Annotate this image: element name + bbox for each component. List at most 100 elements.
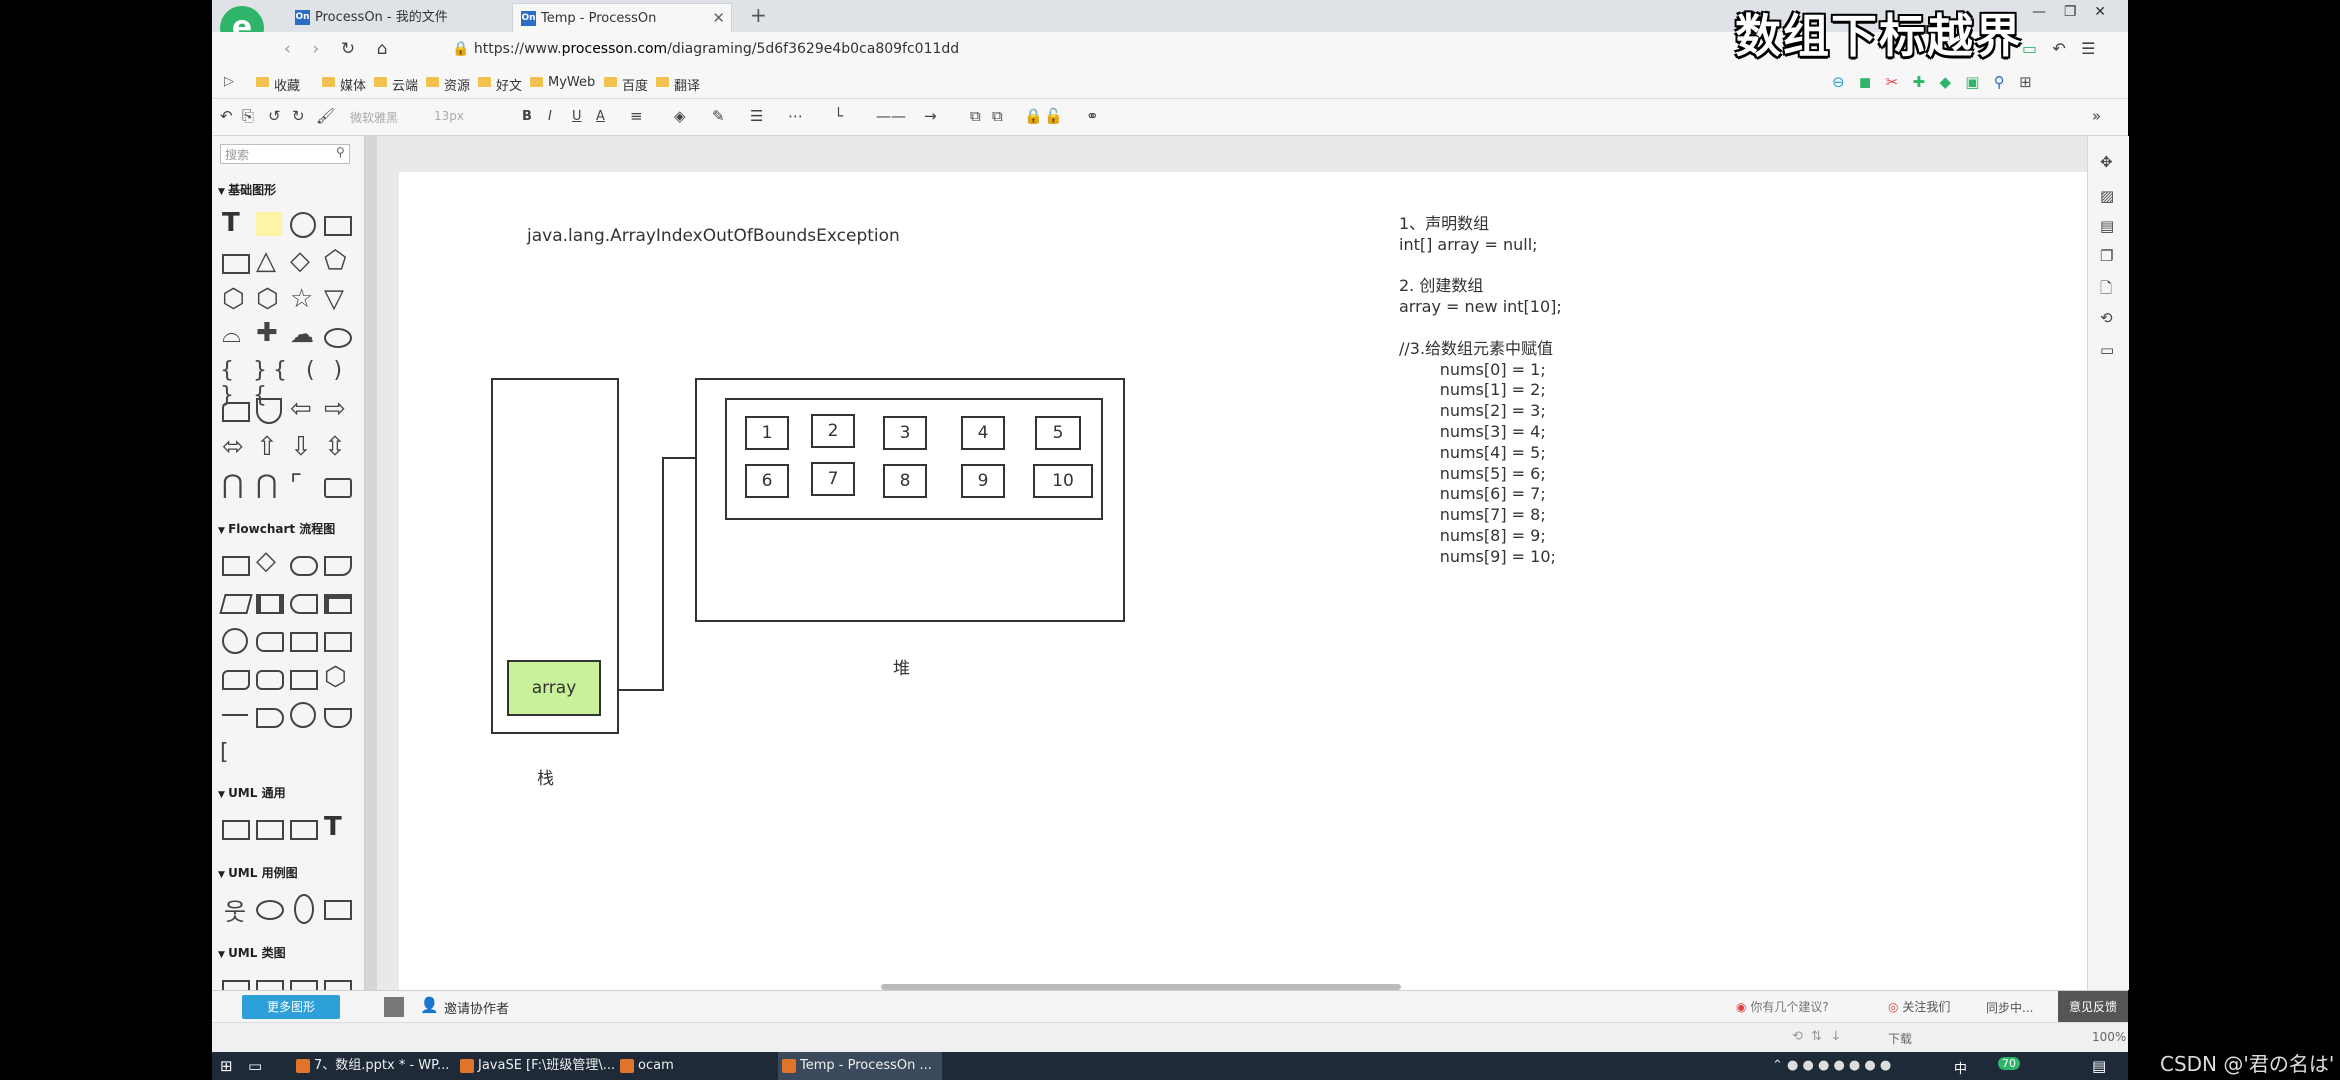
hexagon-shape[interactable]: ⬡ xyxy=(222,284,245,314)
taskbar-item-explorer[interactable]: JavaSE [F:\班级管理\... xyxy=(456,1052,615,1080)
data-shape[interactable] xyxy=(219,594,253,614)
bookmark-translate[interactable]: 翻译 xyxy=(656,75,700,94)
close-tab-icon[interactable]: ✕ xyxy=(712,4,725,33)
taskbar-item-wps[interactable]: 7、数组.pptx * - WP... xyxy=(292,1052,449,1080)
text-shape[interactable]: T xyxy=(222,208,240,238)
reload-icon[interactable]: ↻ xyxy=(341,39,355,59)
scissors-icon[interactable]: ✂ xyxy=(1886,73,1899,91)
home-icon[interactable]: ⌂ xyxy=(377,39,388,59)
shield-shape[interactable] xyxy=(256,398,282,424)
triangle-shape[interactable]: △ xyxy=(256,246,276,276)
actor-shape[interactable]: 웃 xyxy=(224,892,246,927)
copy-icon[interactable]: ❐ xyxy=(2100,248,2118,264)
navigator-icon[interactable]: ✥ xyxy=(2100,154,2118,170)
star-shape[interactable]: ☆ xyxy=(290,284,313,314)
array-cell[interactable]: 1 xyxy=(745,416,789,450)
corner-shape[interactable]: ⌜ xyxy=(290,470,302,500)
menu-icon[interactable]: ☰ xyxy=(2081,39,2095,58)
ext-3-icon[interactable]: ✚ xyxy=(1913,73,1926,91)
bold-button[interactable]: B xyxy=(522,109,532,124)
decision-shape[interactable]: ◇ xyxy=(256,546,276,576)
category-flowchart[interactable]: Flowchart 流程图 xyxy=(218,520,335,537)
bookmark-favorites[interactable]: 收藏 xyxy=(256,75,300,94)
terminator-shape[interactable] xyxy=(290,556,318,576)
ext-2-icon[interactable]: ◼ xyxy=(1859,73,1871,91)
bookmark-cloud[interactable]: 云端 xyxy=(374,75,418,94)
array-cell[interactable]: 7 xyxy=(811,462,855,496)
new-tab-button[interactable]: + xyxy=(750,3,767,27)
code-text-block[interactable]: 1、声明数组 int[] array = null; 2. 创建数组 array… xyxy=(1399,214,1562,568)
line-style-icon[interactable]: ⋯ xyxy=(788,107,803,125)
invite-collaborators-link[interactable]: 邀请协作者 xyxy=(444,998,509,1017)
tab-my-files[interactable]: On ProcessOn - 我的文件 xyxy=(287,3,505,32)
usecase-ellipse-shape[interactable] xyxy=(256,900,284,920)
bookmark-articles[interactable]: 好文 xyxy=(478,75,522,94)
u-arrow-2-shape[interactable]: ⋂ xyxy=(256,470,277,500)
redo-icon[interactable]: ↻ xyxy=(292,107,305,125)
array-cell[interactable]: 3 xyxy=(883,416,927,450)
underline-button[interactable]: U xyxy=(572,109,582,124)
uml-note-shape[interactable] xyxy=(290,820,318,840)
internal-storage-shape[interactable] xyxy=(324,594,352,614)
uml-package-shape[interactable] xyxy=(222,820,250,840)
start-icon[interactable]: ⊞ xyxy=(220,1057,233,1075)
front-icon[interactable]: ⧉ xyxy=(970,107,981,125)
array-cell[interactable]: 4 xyxy=(961,416,1005,450)
hexagon-flow-shape[interactable]: ⬡ xyxy=(324,662,347,692)
taskbar-item-ocam[interactable]: ocam xyxy=(616,1052,674,1080)
cloud-shape[interactable]: ☁ xyxy=(290,320,314,348)
task-view-icon[interactable]: ▭ xyxy=(248,1057,262,1075)
history-icon[interactable]: ⟲ xyxy=(2100,310,2118,326)
taskbar-item-browser[interactable]: Temp - ProcessOn ... xyxy=(778,1052,942,1080)
undo-icon[interactable]: ↺ xyxy=(268,107,281,125)
font-family-select[interactable]: 微软雅黑 xyxy=(350,109,398,126)
feedback-button[interactable]: 意见反馈 xyxy=(2058,991,2128,1023)
updown-arrow-shape[interactable]: ⇳ xyxy=(324,432,346,462)
pentagon-shape[interactable]: ⬠ xyxy=(324,246,347,276)
ime-indicator[interactable]: 中 xyxy=(1954,1058,1967,1077)
line-type-icon[interactable]: —— xyxy=(876,107,906,125)
double-arrow-shape[interactable]: ⬄ xyxy=(222,432,244,462)
predefined-shape[interactable] xyxy=(256,594,284,614)
rounded-rect-shape[interactable] xyxy=(222,402,250,422)
category-basic[interactable]: 基础图形 xyxy=(218,181,276,198)
array-cell[interactable]: 8 xyxy=(883,464,927,498)
stored-data-shape[interactable] xyxy=(290,594,318,614)
ext-4-icon[interactable]: ▣ xyxy=(1965,73,1979,91)
image-icon[interactable]: ▤ xyxy=(2100,218,2118,234)
category-uml-class[interactable]: UML 类图 xyxy=(218,944,286,961)
more-shapes-button[interactable]: 更多图形 xyxy=(242,995,340,1019)
undo-icon[interactable]: ↶ xyxy=(2052,39,2065,58)
category-uml-general[interactable]: UML 通用 xyxy=(218,784,286,801)
tab-temp[interactable]: On Temp - ProcessOn ✕ xyxy=(512,3,732,32)
style-icon[interactable]: ▨ xyxy=(2100,188,2118,204)
array-cell[interactable]: 9 xyxy=(961,464,1005,498)
note-shape[interactable] xyxy=(256,212,282,236)
tape-shape[interactable] xyxy=(222,670,250,690)
minimize-icon[interactable]: — xyxy=(2032,4,2046,20)
diamond-shape[interactable]: ◇ xyxy=(290,246,310,276)
or-shape[interactable] xyxy=(290,702,316,728)
u-arrow-shape[interactable]: ⋂ xyxy=(222,470,243,500)
format-painter-icon[interactable]: ⎘ xyxy=(242,107,254,125)
left-arrow-shape[interactable]: ⇦ xyxy=(290,394,312,424)
category-uml-usecase[interactable]: UML 用例图 xyxy=(218,864,298,881)
system-boundary-shape[interactable] xyxy=(324,900,352,920)
fill-icon[interactable]: ◈ xyxy=(674,107,686,125)
line-width-icon[interactable]: ☰ xyxy=(750,107,763,125)
annotation-line-shape[interactable] xyxy=(222,714,248,716)
card-shape[interactable] xyxy=(324,632,352,652)
uml-text-shape[interactable]: T xyxy=(324,812,342,842)
font-size-select[interactable]: 13px xyxy=(434,109,464,123)
ext-1-icon[interactable]: ⊖ xyxy=(1832,73,1845,91)
manual-op-shape[interactable] xyxy=(290,670,318,690)
uml-package-2-shape[interactable] xyxy=(256,820,284,840)
invite-icon[interactable]: 👤 xyxy=(420,996,439,1014)
array-cell[interactable]: 6 xyxy=(745,464,789,498)
array-variable[interactable]: array xyxy=(507,660,601,716)
close-window-icon[interactable]: ✕ xyxy=(2094,4,2106,20)
download-label[interactable]: 下载 xyxy=(1888,1030,1912,1047)
array-cell[interactable]: 10 xyxy=(1033,464,1093,498)
arrow-icon[interactable]: → xyxy=(924,107,937,125)
banner-shape[interactable]: ⌓ xyxy=(222,320,241,348)
